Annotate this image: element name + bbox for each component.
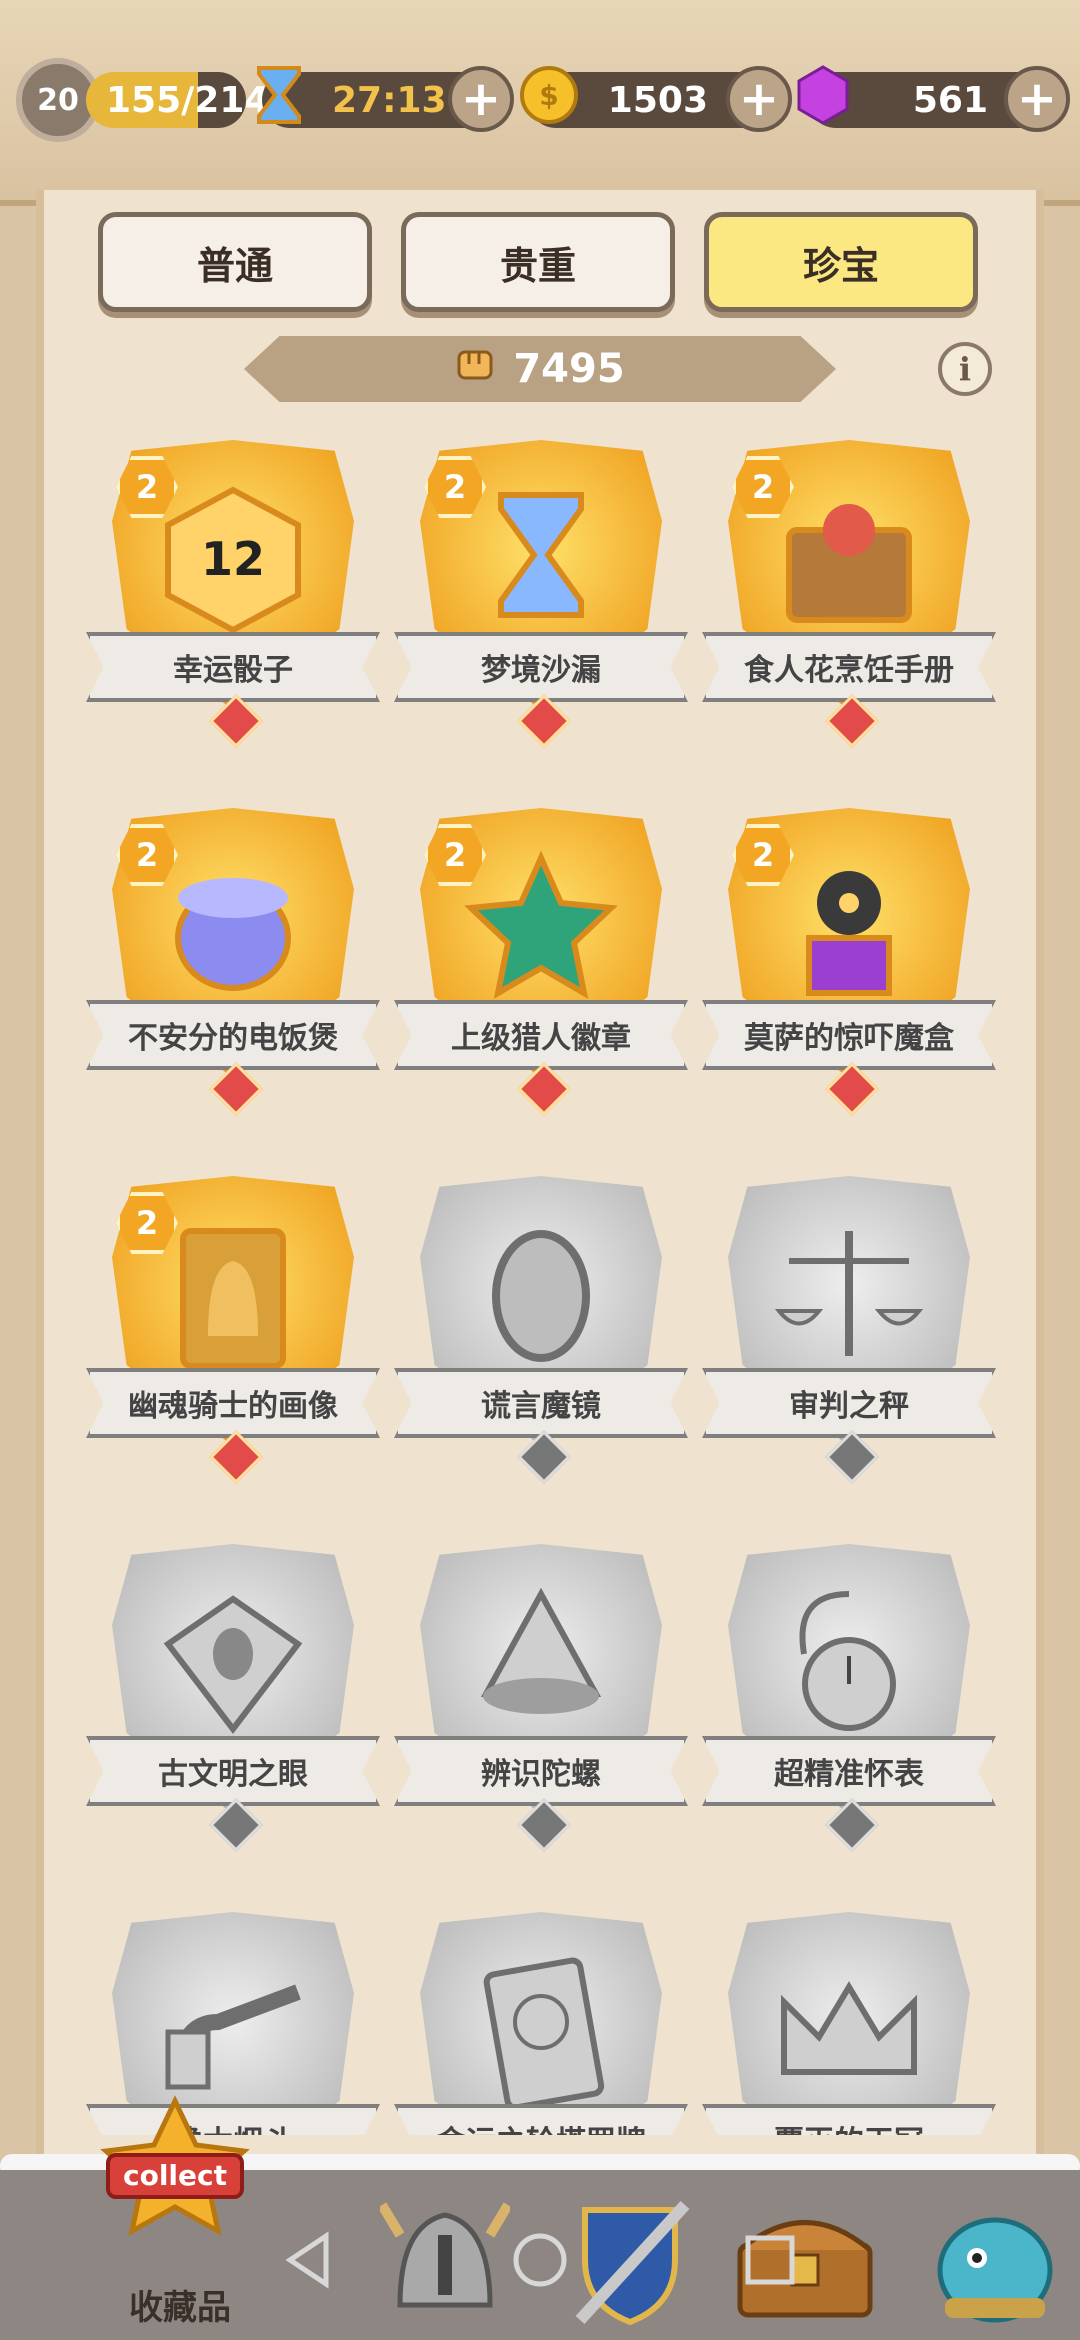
pocket-watch-icon <box>764 1584 934 1744</box>
gem-text: 561 <box>912 79 988 121</box>
card-gem-ornament <box>517 1798 571 1852</box>
helmet-icon <box>380 2202 510 2308</box>
badge-icon <box>456 848 626 1008</box>
hourglass-icon <box>246 62 312 128</box>
card-gem-ornament <box>209 1062 263 1116</box>
coin-text: 1503 <box>607 79 708 121</box>
pet-creature-icon <box>937 2217 1053 2323</box>
hourglass-icon <box>456 480 626 640</box>
card-gem-ornament <box>209 1798 263 1852</box>
card-gem-ornament <box>517 694 571 748</box>
system-recents-icon[interactable] <box>740 2230 800 2290</box>
card-gem-ornament <box>825 694 879 748</box>
knight-portrait-icon <box>148 1216 318 1376</box>
mirror-icon <box>456 1216 626 1376</box>
card-gem-ornament <box>825 1798 879 1852</box>
dice-icon: 12 <box>148 480 318 640</box>
add-gems-button[interactable]: + <box>1004 66 1070 132</box>
item-name-label: 辨识陀螺 <box>394 1736 688 1806</box>
card-gem-ornament <box>209 1430 263 1484</box>
xp-text: 155/214 <box>106 79 270 121</box>
heroes-nav-button[interactable] <box>370 2190 520 2330</box>
pet-nav-button[interactable] <box>920 2190 1070 2330</box>
item-name-label: 覆灭的王冠 <box>702 2104 996 2135</box>
tab-treasure[interactable]: 珍宝 <box>704 212 978 312</box>
svg-text:$: $ <box>539 79 558 112</box>
collectible-card[interactable]: 2 上级猎人徽章 <box>394 808 688 1116</box>
item-name-label: 审判之秤 <box>702 1368 996 1438</box>
collectible-card[interactable]: 超精准怀表 <box>702 1544 996 1852</box>
collectible-card[interactable]: 2 食人花烹饪手册 <box>702 440 996 748</box>
collect-nav-button[interactable]: collect <box>100 2090 250 2260</box>
card-gem-ornament <box>517 1430 571 1484</box>
collectible-card[interactable]: 命运之轮塔罗牌 <box>394 1912 688 2135</box>
add-energy-button[interactable]: + <box>448 66 514 132</box>
item-name-label: 超精准怀表 <box>702 1736 996 1806</box>
collectible-card[interactable]: 古文明之眼 <box>86 1544 380 1852</box>
collection-score-banner: 7495 <box>244 336 836 402</box>
tab-precious[interactable]: 贵重 <box>401 212 675 312</box>
collect-badge-text: collect <box>123 2159 227 2192</box>
collectible-card[interactable]: 12 2 幸运骰子 <box>86 440 380 748</box>
score-value: 7495 <box>513 346 625 392</box>
battle-nav-button[interactable] <box>555 2190 705 2330</box>
collectible-card[interactable]: 2 莫萨的惊吓魔盒 <box>702 808 996 1116</box>
coin-icon: $ <box>516 62 582 128</box>
svg-text:12: 12 <box>201 532 265 586</box>
collectible-card[interactable]: 2 不安分的电饭煲 <box>86 808 380 1116</box>
collectible-grid: 12 2 幸运骰子 2 梦境沙漏 2 食人花烹饪手册 2 不安分的电饭煲 2 上级猎人徽章 2 莫萨的惊… <box>86 440 996 2135</box>
item-name-label: 幸运骰子 <box>86 632 380 702</box>
collectible-card[interactable]: 覆灭的王冠 <box>702 1912 996 2135</box>
item-name-label: 梦境沙漏 <box>394 632 688 702</box>
collectible-card[interactable]: 辨识陀螺 <box>394 1544 688 1852</box>
timer-text: 27:13 <box>332 79 447 121</box>
item-name-label: 谎言魔镜 <box>394 1368 688 1438</box>
add-coins-button[interactable]: + <box>726 66 792 132</box>
shield-sword-icon <box>575 2200 690 2326</box>
collectible-card[interactable]: 2 幽魂骑士的画像 <box>86 1176 380 1484</box>
cookbook-icon <box>764 480 934 640</box>
info-button[interactable]: i <box>938 342 992 396</box>
item-name-label: 上级猎人徽章 <box>394 1000 688 1070</box>
fist-icon <box>455 344 495 394</box>
card-gem-ornament <box>825 1062 879 1116</box>
card-gem-ornament <box>825 1430 879 1484</box>
item-name-label: 不安分的电饭煲 <box>86 1000 380 1070</box>
system-back-icon[interactable] <box>280 2230 340 2290</box>
eye-icon <box>148 1584 318 1744</box>
rice-cooker-icon <box>148 848 318 1008</box>
card-gem-ornament <box>517 1062 571 1116</box>
item-name-label: 莫萨的惊吓魔盒 <box>702 1000 996 1070</box>
item-name-label: 幽魂骑士的画像 <box>86 1368 380 1438</box>
system-home-icon[interactable] <box>510 2230 570 2290</box>
rarity-tabs: 普通 贵重 珍宝 <box>98 212 983 314</box>
card-gem-ornament <box>209 694 263 748</box>
collectible-card[interactable]: 2 梦境沙漏 <box>394 440 688 748</box>
pipe-icon <box>148 1952 318 2112</box>
collect-nav-label: 收藏品 <box>129 2288 231 2328</box>
xp-progress: 155/214 <box>86 72 269 128</box>
jack-in-box-icon <box>764 848 934 1008</box>
item-name-label: 古文明之眼 <box>86 1736 380 1806</box>
spinning-top-icon <box>456 1584 626 1744</box>
tab-common[interactable]: 普通 <box>98 212 372 312</box>
item-name-label: 食人花烹饪手册 <box>702 632 996 702</box>
item-name-label: 命运之轮塔罗牌 <box>394 2104 688 2135</box>
gem-icon <box>790 62 856 128</box>
collectible-card[interactable]: 审判之秤 <box>702 1176 996 1484</box>
tarot-card-icon <box>456 1952 626 2112</box>
crown-icon <box>764 1952 934 2112</box>
scales-icon <box>764 1216 934 1376</box>
collectible-card[interactable]: 谎言魔镜 <box>394 1176 688 1484</box>
